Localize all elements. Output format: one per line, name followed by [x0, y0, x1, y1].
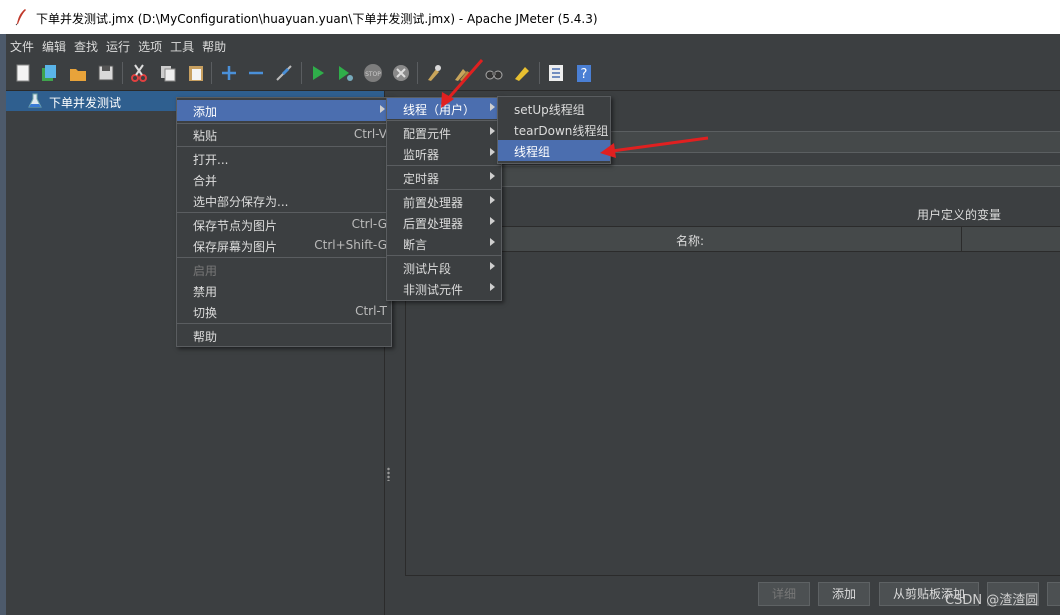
search-icon[interactable]: [484, 63, 504, 83]
user-vars-table[interactable]: 名称:: [405, 226, 1060, 576]
clear-icon[interactable]: [424, 63, 444, 83]
window-title: 下单并发测试.jmx (D:\MyConfiguration\huayuan.y…: [36, 12, 598, 26]
add-submenu: 线程（用户） 配置元件 监听器 定时器 前置处理器 后置处理器 断言 测试片段 …: [386, 97, 502, 301]
menu-item-paste[interactable]: 粘贴 Ctrl-V: [177, 124, 391, 145]
menu-item-save-node-image[interactable]: 保存节点为图片 Ctrl-G: [177, 214, 391, 235]
menu-edit[interactable]: 编辑: [38, 34, 70, 55]
shutdown-icon[interactable]: [391, 63, 411, 83]
user-vars-title: 用户定义的变量: [917, 208, 1002, 222]
jmeter-feather-icon: [15, 9, 26, 26]
reset-search-icon[interactable]: [512, 63, 532, 83]
collapse-icon[interactable]: [246, 63, 266, 83]
toggle-icon[interactable]: [274, 63, 294, 83]
thread-submenu: setUp线程组 tearDown线程组 线程组: [497, 96, 611, 164]
menubar: 文件 编辑 查找 运行 选项 工具 帮助: [6, 34, 1060, 56]
submenu-item-postprocessor[interactable]: 后置处理器: [387, 212, 501, 233]
detail-button[interactable]: 详细: [758, 582, 810, 606]
submenu-arrow-icon: [380, 105, 385, 113]
test-plan-flask-icon: [28, 93, 42, 108]
function-helper-icon[interactable]: [546, 63, 566, 83]
svg-text:?: ?: [581, 67, 588, 82]
submenu-item-timer[interactable]: 定时器: [387, 167, 501, 188]
submenu-item-non-test[interactable]: 非测试元件: [387, 278, 501, 299]
menu-help[interactable]: 帮助: [198, 34, 230, 55]
more-button[interactable]: [1047, 582, 1060, 606]
submenu-item-listener[interactable]: 监听器: [387, 143, 501, 164]
menu-item-save-screen-image[interactable]: 保存屏幕为图片 Ctrl+Shift-G: [177, 235, 391, 256]
divider-grip-icon: [387, 467, 390, 481]
menu-item-open[interactable]: 打开...: [177, 148, 391, 169]
menu-item-merge[interactable]: 合并: [177, 169, 391, 190]
clear-all-icon[interactable]: [452, 63, 472, 83]
stop-icon[interactable]: STOP: [363, 63, 383, 83]
menu-item-add[interactable]: 添加: [177, 100, 391, 121]
menu-tools[interactable]: 工具: [166, 34, 198, 55]
help-icon[interactable]: ?: [574, 63, 594, 83]
submenu-item-setup-thread-group[interactable]: setUp线程组: [498, 98, 610, 119]
tree-node-label: 下单并发测试: [49, 96, 122, 110]
add-button[interactable]: 添加: [818, 582, 870, 606]
toolbar: STOP ?: [6, 56, 1060, 91]
new-icon[interactable]: [13, 63, 33, 83]
submenu-item-threads[interactable]: 线程（用户）: [387, 98, 501, 119]
cut-icon[interactable]: [129, 63, 149, 83]
expand-icon[interactable]: [219, 63, 239, 83]
paste-icon[interactable]: [186, 63, 206, 83]
menu-options[interactable]: 选项: [134, 34, 166, 55]
menu-run[interactable]: 运行: [102, 34, 134, 55]
submenu-item-assertion[interactable]: 断言: [387, 233, 501, 254]
menu-search[interactable]: 查找: [70, 34, 102, 55]
start-no-pause-icon[interactable]: [335, 63, 355, 83]
window-titlebar: 下单并发测试.jmx (D:\MyConfiguration\huayuan.y…: [0, 0, 1060, 34]
open-icon[interactable]: [68, 63, 88, 83]
copy-icon[interactable]: [158, 63, 178, 83]
comments-field[interactable]: [405, 165, 1060, 187]
submenu-item-teardown-thread-group[interactable]: tearDown线程组: [498, 119, 610, 140]
submenu-item-thread-group[interactable]: 线程组: [498, 140, 610, 161]
menu-item-enable[interactable]: 启用: [177, 259, 391, 280]
menu-file[interactable]: 文件: [6, 34, 38, 55]
name-column-header: 名称:: [676, 234, 705, 248]
svg-text:STOP: STOP: [365, 71, 381, 78]
watermark: CSDN @渣渣圆: [945, 593, 1039, 608]
start-icon[interactable]: [308, 63, 328, 83]
submenu-item-config[interactable]: 配置元件: [387, 122, 501, 143]
templates-icon[interactable]: [39, 63, 59, 83]
menu-item-save-selection[interactable]: 选中部分保存为...: [177, 190, 391, 211]
menu-item-disable[interactable]: 禁用: [177, 280, 391, 301]
user-vars-header: 名称:: [406, 227, 1060, 252]
submenu-item-test-fragment[interactable]: 测试片段: [387, 257, 501, 278]
menu-item-toggle[interactable]: 切换 Ctrl-T: [177, 301, 391, 322]
menu-item-help[interactable]: 帮助: [177, 325, 391, 346]
context-menu: 添加 粘贴 Ctrl-V 打开... 合并 选中部分保存为... 保存节点为图片 C…: [176, 97, 392, 347]
save-icon[interactable]: [96, 63, 116, 83]
submenu-item-preprocessor[interactable]: 前置处理器: [387, 191, 501, 212]
